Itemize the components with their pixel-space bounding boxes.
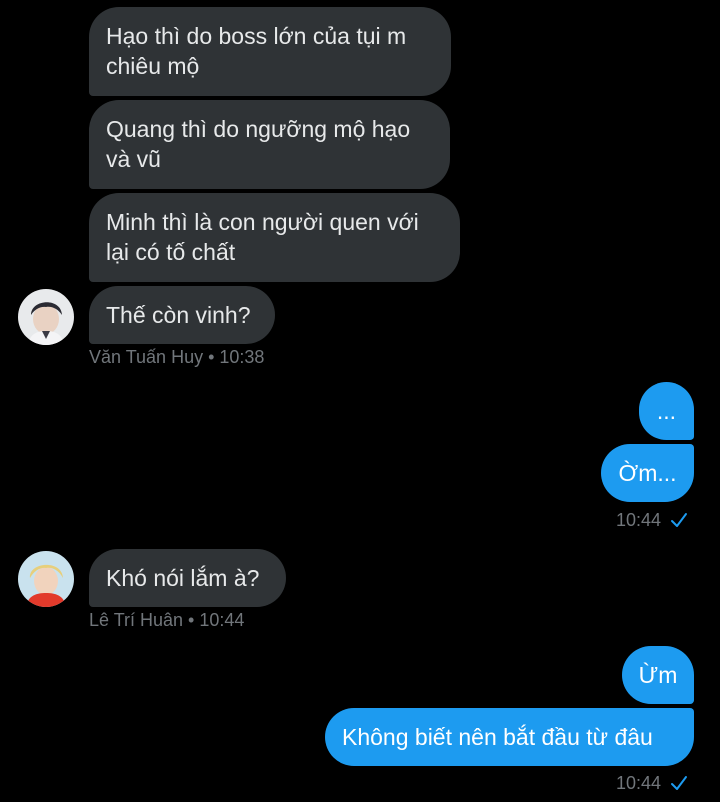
message-timestamp: 10:44 bbox=[616, 510, 662, 530]
message-sender-timestamp: Văn Tuấn Huy • 10:38 bbox=[89, 347, 265, 367]
avatar-image bbox=[18, 289, 74, 345]
message-bubble-incoming[interactable]: Hạo thì do boss lớn của tụi m chiêu mộ bbox=[89, 7, 451, 96]
message-bubble-incoming[interactable]: Thế còn vinh? bbox=[89, 286, 275, 344]
message-bubble-incoming[interactable]: Minh thì là con người quen với lại có tố… bbox=[89, 193, 460, 282]
message-status: 10:44 bbox=[616, 509, 689, 531]
read-check-icon bbox=[671, 776, 688, 790]
message-status: 10:44 bbox=[616, 772, 689, 794]
message-timestamp: 10:44 bbox=[616, 773, 662, 793]
message-bubble-incoming[interactable]: Quang thì do ngưỡng mộ hạo và vũ bbox=[89, 100, 450, 189]
avatar[interactable] bbox=[18, 551, 74, 607]
message-bubble-outgoing[interactable]: Ờm... bbox=[601, 444, 694, 502]
message-bubble-outgoing[interactable]: Không biết nên bắt đầu từ đâu bbox=[325, 708, 694, 766]
message-bubble-outgoing[interactable]: ... bbox=[639, 382, 694, 440]
avatar[interactable] bbox=[18, 289, 74, 345]
message-bubble-outgoing[interactable]: Ừm bbox=[622, 646, 694, 704]
avatar-image bbox=[18, 551, 74, 607]
read-check-icon bbox=[671, 513, 688, 527]
message-bubble-incoming[interactable]: Khó nói lắm à? bbox=[89, 549, 286, 607]
message-sender-timestamp: Lê Trí Huân • 10:44 bbox=[89, 610, 245, 630]
